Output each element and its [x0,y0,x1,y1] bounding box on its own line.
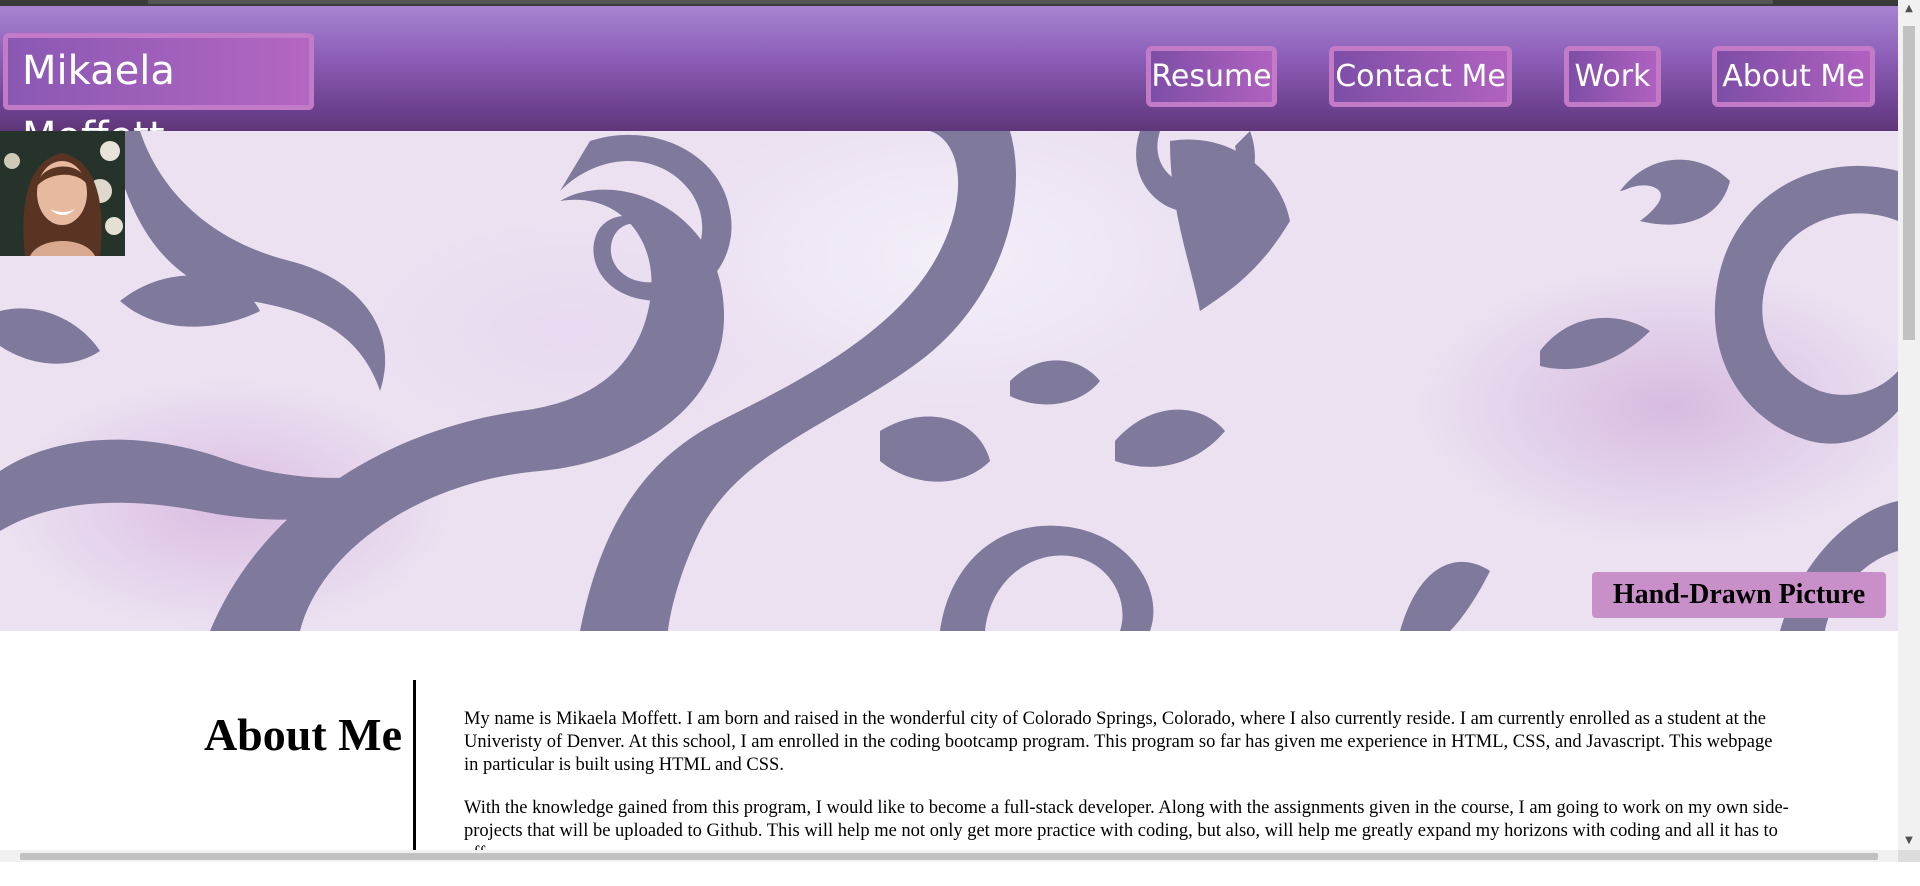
floral-ornament [0,131,1898,631]
about-paragraph: My name is Mikaela Moffett. I am born an… [464,709,1773,775]
vertical-scrollbar[interactable]: ▲ ▼ [1898,0,1920,850]
scroll-down-arrow-icon[interactable]: ▼ [1903,835,1915,847]
profile-photo [0,131,125,256]
nav-work[interactable]: Work [1564,46,1661,107]
profile-photo-image [0,131,125,256]
hero-caption: Hand-Drawn Picture [1592,572,1886,618]
section-divider [413,680,416,855]
nav-resume[interactable]: Resume [1146,46,1277,107]
nav-about-me[interactable]: About Me [1712,46,1875,107]
horizontal-scrollbar[interactable] [0,850,1898,862]
scrollbar-corner [1898,850,1920,862]
vertical-scroll-thumb[interactable] [1903,26,1915,340]
horizontal-scroll-thumb[interactable] [20,853,1878,860]
brand-title[interactable]: Mikaela Moffett [3,33,314,160]
navbar: Mikaela Moffett Resume Contact Me Work A… [0,6,1898,160]
about-heading: About Me [203,709,402,760]
hero-banner [0,131,1898,631]
nav-contact-me[interactable]: Contact Me [1329,46,1512,107]
scroll-up-arrow-icon[interactable]: ▲ [1903,3,1915,15]
